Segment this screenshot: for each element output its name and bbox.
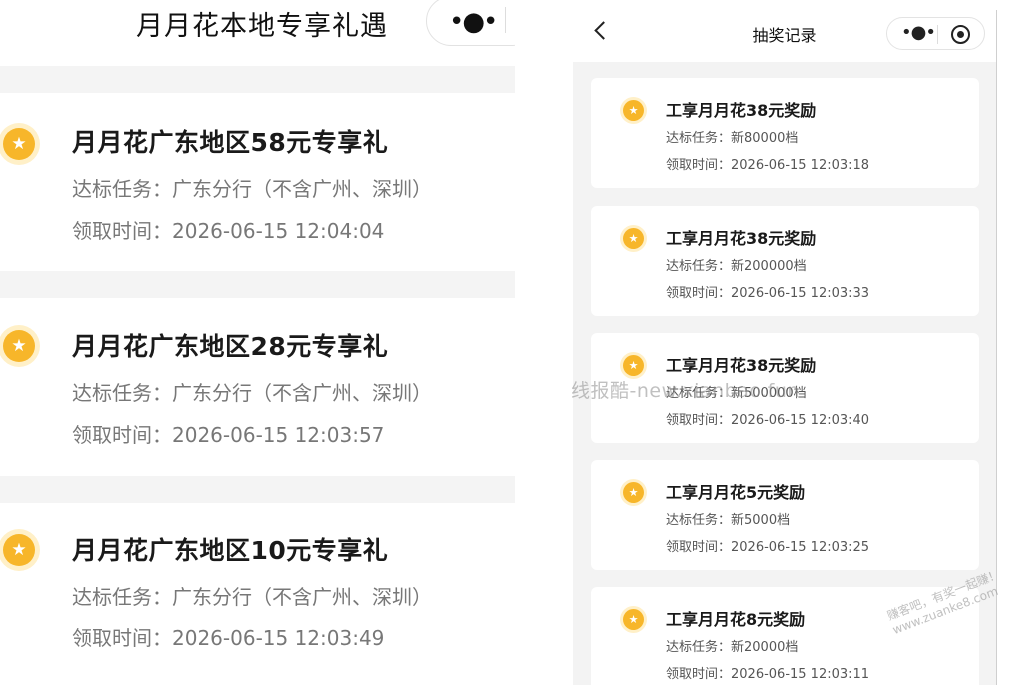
prize-time: 领取时间：2026-06-15 12:03:25 [666,540,870,555]
reward-time: 领取时间：2026-06-15 12:03:49 [72,626,385,650]
target-circle-icon[interactable] [951,25,970,44]
reward-card[interactable]: ★ 月月花广东地区28元专享礼 达标任务：广东分行（不含广州、深圳） 领取时间：… [0,298,515,476]
left-screenshot: 月月花本地专享礼遇 •●• ★ 月月花广东地区58元专享礼 达标任务：广东分行（… [0,0,515,685]
reward-card[interactable]: ★ 月月花广东地区10元专享礼 达标任务：广东分行（不含广州、深圳） 领取时间：… [0,503,515,681]
star-coin-icon: ★ [620,97,647,124]
reward-task: 达标任务：广东分行（不含广州、深圳） [72,177,432,201]
section-gap [0,66,515,93]
left-nav-bar: 月月花本地专享礼遇 •●• [0,0,515,66]
capsule-divider [505,7,506,33]
star-coin-icon: ★ [620,352,647,379]
prize-task: 达标任务：新200000档 [666,259,807,274]
prize-title: 工享月月花38元奖励 [666,101,817,120]
prize-record-card[interactable]: ★ 工享月月花38元奖励 达标任务：新200000档 领取时间：2026-06-… [591,206,979,316]
prize-record-card[interactable]: ★ 工享月月花5元奖励 达标任务：新5000档 领取时间：2026-06-15 … [591,460,979,570]
prize-time: 领取时间：2026-06-15 12:03:40 [666,413,870,428]
prize-time: 领取时间：2026-06-15 12:03:11 [666,667,870,682]
more-dots-icon[interactable]: •●• [901,22,936,43]
prize-title: 工享月月花38元奖励 [666,356,817,375]
prize-task: 达标任务：新80000档 [666,131,799,146]
star-coin-icon: ★ [0,325,40,367]
prize-time: 领取时间：2026-06-15 12:03:33 [666,286,870,301]
section-gap [0,476,515,503]
star-coin-icon: ★ [0,529,40,571]
reward-card[interactable]: ★ 月月花广东地区58元专享礼 达标任务：广东分行（不含广州、深圳） 领取时间：… [0,93,515,271]
reward-title: 月月花广东地区28元专享礼 [72,332,389,361]
star-coin-icon: ★ [620,225,647,252]
capsule-divider [937,25,938,44]
star-coin-icon: ★ [620,479,647,506]
prize-title: 工享月月花38元奖励 [666,229,817,248]
more-dots-icon[interactable]: •●• [449,7,498,37]
prize-title: 工享月月花8元奖励 [666,610,806,629]
right-nav-bar: 抽奖记录 •●• [573,0,996,62]
reward-time: 领取时间：2026-06-15 12:04:04 [72,219,385,243]
mini-program-capsule[interactable]: •●• [886,17,985,50]
prize-record-card[interactable]: ★ 工享月月花38元奖励 达标任务：新80000档 领取时间：2026-06-1… [591,78,979,188]
prize-task: 达标任务：新5000档 [666,513,791,528]
prize-title: 工享月月花5元奖励 [666,483,806,502]
screenshot-divider [515,0,573,685]
right-screenshot: 抽奖记录 •●• ★ 工享月月花38元奖励 达标任务：新80000档 领取时间：… [573,0,996,685]
star-coin-icon: ★ [0,123,40,165]
watermark-text: 线报酷-new.xianbao.fun [571,380,800,402]
mini-program-capsule[interactable]: •●• [426,0,515,46]
prize-task: 达标任务：新20000档 [666,640,799,655]
section-gap [0,271,515,298]
star-coin-icon: ★ [620,606,647,633]
reward-title: 月月花广东地区10元专享礼 [72,536,389,565]
reward-time: 领取时间：2026-06-15 12:03:57 [72,423,385,447]
page-title: 月月花本地专享礼遇 [136,11,388,42]
reward-task: 达标任务：广东分行（不含广州、深圳） [72,585,432,609]
reward-task: 达标任务：广东分行（不含广州、深圳） [72,381,432,405]
reward-title: 月月花广东地区58元专享礼 [72,128,389,157]
prize-time: 领取时间：2026-06-15 12:03:18 [666,158,870,173]
